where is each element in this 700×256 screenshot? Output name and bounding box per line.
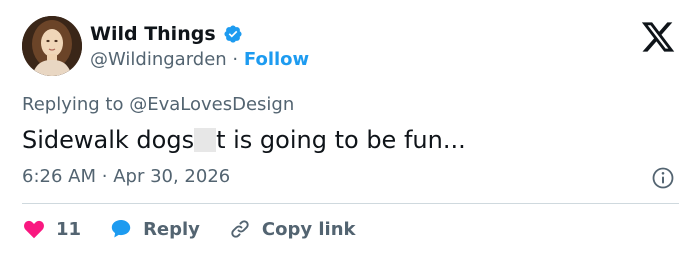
tweet-text-before: Sidewalk dogs bbox=[22, 126, 195, 154]
tweet-text-after: t is going to be fun... bbox=[216, 126, 466, 154]
speech-bubble-icon bbox=[111, 220, 131, 238]
timestamp-separator: · bbox=[101, 166, 108, 187]
actions-divider bbox=[22, 203, 679, 204]
like-count: 11 bbox=[56, 218, 82, 240]
like-button[interactable]: 11 bbox=[22, 217, 81, 241]
replying-to: Replying to @EvaLovesDesign bbox=[22, 93, 294, 117]
reply-button[interactable]: Reply bbox=[109, 217, 200, 241]
tweet-date: Apr 30, 2026 bbox=[113, 166, 231, 187]
replying-handle-link[interactable]: @EvaLovesDesign bbox=[129, 94, 294, 115]
avatar[interactable] bbox=[22, 16, 82, 76]
copy-link-button[interactable]: Copy link bbox=[228, 217, 356, 241]
follow-button[interactable]: Follow bbox=[244, 49, 309, 70]
author-name-row: Wild Things bbox=[90, 22, 243, 46]
reply-label: Reply bbox=[143, 218, 200, 240]
copy-link-label: Copy link bbox=[261, 218, 356, 240]
avatar-portrait-image bbox=[22, 16, 82, 76]
x-logo-icon[interactable] bbox=[640, 19, 676, 55]
redacted-word bbox=[194, 128, 217, 152]
tweet-time: 6:26 AM bbox=[22, 166, 96, 187]
author-name[interactable]: Wild Things bbox=[90, 22, 216, 46]
info-icon[interactable] bbox=[651, 166, 675, 190]
verified-badge-icon bbox=[224, 25, 242, 43]
replying-prefix: Replying to bbox=[22, 94, 124, 115]
tweet-text: Sidewalk dogs t is going to be fun... bbox=[22, 123, 466, 157]
author-handle-row: @Wildingarden · Follow bbox=[90, 48, 309, 72]
tweet-timestamp[interactable]: 6:26 AM · Apr 30, 2026 bbox=[22, 165, 230, 189]
author-handle[interactable]: @Wildingarden bbox=[90, 49, 227, 70]
link-icon bbox=[231, 220, 249, 238]
handle-separator: · bbox=[232, 49, 239, 70]
heart-icon bbox=[24, 220, 44, 239]
tweet-actions: 11 Reply Copy link bbox=[22, 216, 384, 242]
